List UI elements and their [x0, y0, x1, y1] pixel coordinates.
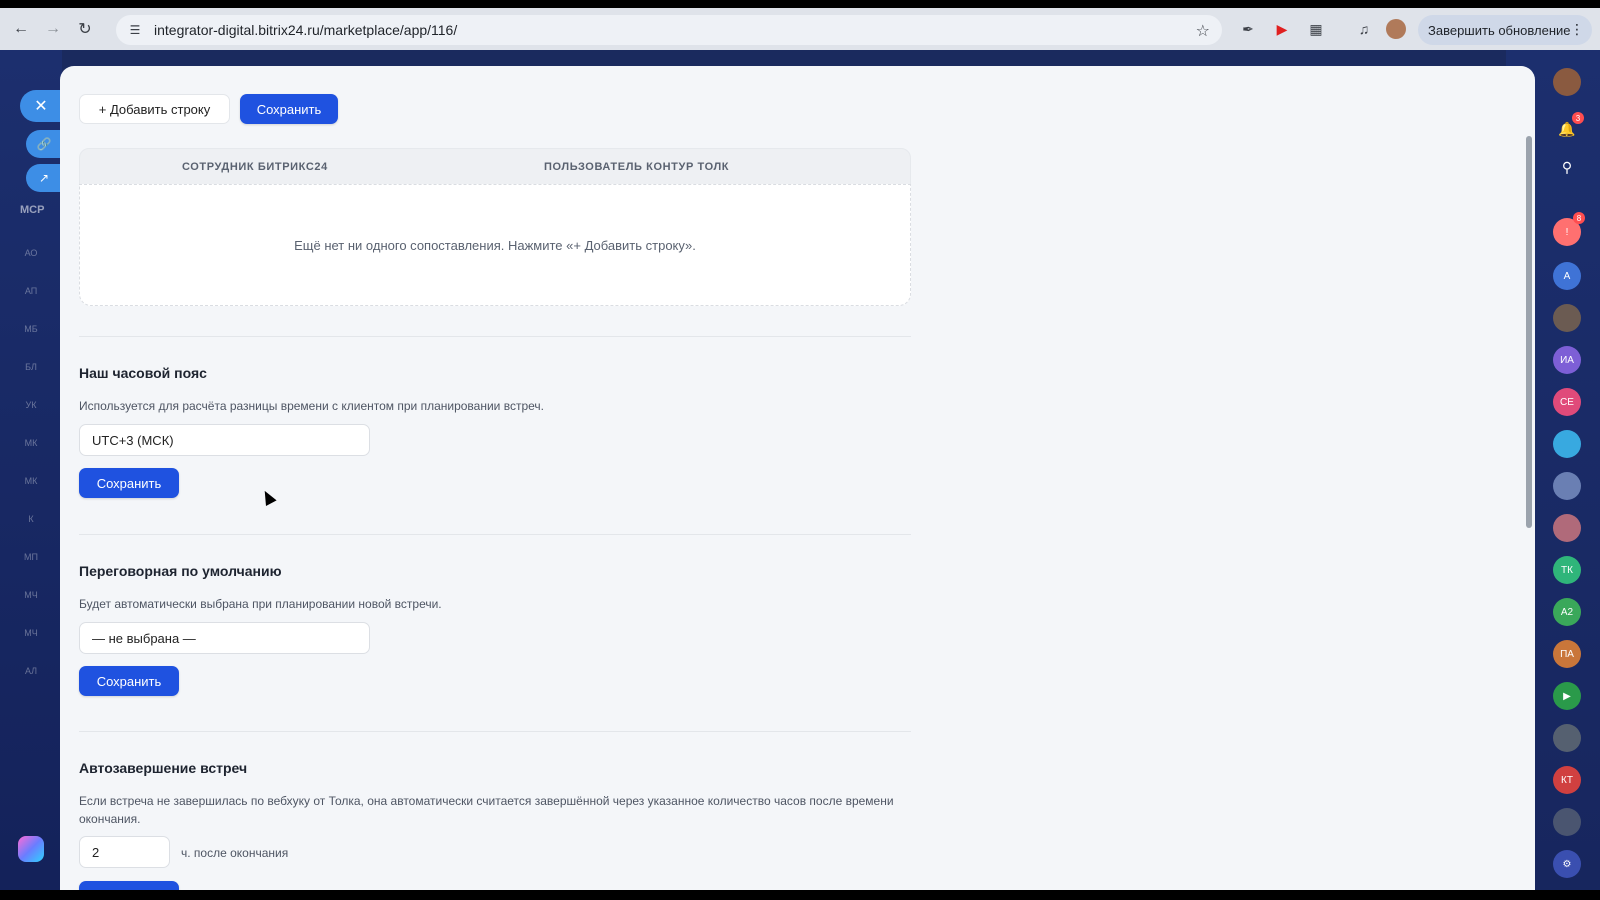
- chat-avatar[interactable]: А2: [1553, 598, 1581, 626]
- save-timezone-button[interactable]: Сохранить: [79, 468, 179, 498]
- finish-update-label: Завершить обновление: [1428, 22, 1571, 38]
- chat-avatar[interactable]: [1553, 514, 1581, 542]
- copilot-icon[interactable]: [18, 836, 44, 862]
- autocomplete-title: Автозавершение встреч: [79, 760, 248, 776]
- bookmark-star-icon[interactable]: ☆: [1196, 21, 1210, 41]
- column-header-bitrix-employee: СОТРУДНИК БИТРИКС24: [182, 161, 328, 173]
- autocomplete-hours-suffix: ч. после окончания: [181, 846, 289, 860]
- section-divider: [79, 731, 911, 732]
- chat-avatar[interactable]: ПА: [1553, 640, 1581, 668]
- autocomplete-hours-input[interactable]: 2: [79, 836, 170, 868]
- more-menu-icon[interactable]: ⋮: [1570, 21, 1584, 38]
- add-row-button[interactable]: + Добавить строку: [79, 94, 230, 124]
- sidebar-item[interactable]: МБ: [18, 316, 44, 342]
- section-divider: [79, 534, 911, 535]
- timezone-title: Наш часовой пояс: [79, 365, 207, 381]
- sidebar-item[interactable]: АО: [18, 240, 44, 266]
- site-settings-icon[interactable]: ☰: [126, 21, 144, 39]
- screen: ← → ↻ ☰ integrator-digital.bitrix24.ru/m…: [0, 8, 1600, 890]
- sidebar-item[interactable]: К: [18, 506, 44, 532]
- user-avatar[interactable]: [1553, 68, 1581, 96]
- chat-avatar[interactable]: [1553, 430, 1581, 458]
- mapping-table-empty-state: Ещё нет ни одного сопоставления. Нажмите…: [79, 184, 911, 306]
- timezone-description: Используется для расчёта разницы времени…: [79, 399, 544, 413]
- save-mapping-button[interactable]: Сохранить: [240, 94, 338, 124]
- chat-avatar[interactable]: А: [1553, 262, 1581, 290]
- chat-avatar[interactable]: [1553, 808, 1581, 836]
- browser-toolbar: ← → ↻ ☰ integrator-digital.bitrix24.ru/m…: [0, 8, 1600, 50]
- finish-update-button[interactable]: Завершить обновление ⋮: [1418, 15, 1592, 45]
- forward-icon[interactable]: →: [42, 18, 64, 40]
- chat-avatar[interactable]: СЕ: [1553, 388, 1581, 416]
- extensions-puzzle-icon[interactable]: ▦: [1306, 19, 1326, 39]
- timezone-select[interactable]: UTC+3 (МСК): [79, 424, 370, 456]
- sidebar-item[interactable]: МК: [18, 430, 44, 456]
- save-room-button[interactable]: Сохранить: [79, 666, 179, 696]
- chat-avatar[interactable]: [1553, 304, 1581, 332]
- url-text: integrator-digital.bitrix24.ru/marketpla…: [154, 22, 458, 38]
- reload-icon[interactable]: ↻: [74, 18, 96, 40]
- copy-link-icon[interactable]: 🔗: [26, 130, 62, 158]
- notifications-badge: 3: [1572, 112, 1584, 124]
- chat-avatar[interactable]: [1553, 472, 1581, 500]
- sidebar-item[interactable]: АП: [18, 278, 44, 304]
- settings-icon[interactable]: ⚙: [1553, 850, 1581, 878]
- chat-avatar[interactable]: [1553, 724, 1581, 752]
- sidebar-item[interactable]: УК: [18, 392, 44, 418]
- alerts-badge: 8: [1573, 212, 1585, 224]
- panel-scrollbar[interactable]: [1526, 136, 1532, 528]
- sidebar-item[interactable]: АЛ: [18, 658, 44, 684]
- video-call-icon[interactable]: ▶: [1553, 682, 1581, 710]
- column-header-tolk-user: ПОЛЬЗОВАТЕЛЬ КОНТУР ТОЛК: [544, 161, 730, 173]
- sidebar-item-mcp[interactable]: MCP: [20, 204, 44, 216]
- back-icon[interactable]: ←: [10, 18, 32, 40]
- open-new-window-icon[interactable]: ↗: [26, 164, 62, 192]
- sidebar-item[interactable]: МЧ: [18, 582, 44, 608]
- sidebar-item[interactable]: БЛ: [18, 354, 44, 380]
- profile-avatar[interactable]: [1386, 19, 1406, 39]
- media-controls-icon[interactable]: ♫: [1354, 19, 1374, 39]
- save-autocomplete-button[interactable]: [79, 881, 179, 890]
- pen-extension-icon[interactable]: ✒: [1238, 19, 1258, 39]
- sidebar-item[interactable]: МП: [18, 544, 44, 570]
- default-room-select[interactable]: — не выбрана —: [79, 622, 370, 654]
- room-title: Переговорная по умолчанию: [79, 563, 282, 579]
- chat-avatar[interactable]: КТ: [1553, 766, 1581, 794]
- close-slider-button[interactable]: ✕: [20, 90, 62, 122]
- address-bar[interactable]: ☰ integrator-digital.bitrix24.ru/marketp…: [116, 15, 1222, 45]
- section-divider: [79, 336, 911, 337]
- sidebar-item[interactable]: МЧ: [18, 620, 44, 646]
- sidebar-item[interactable]: МК: [18, 468, 44, 494]
- app-panel: + Добавить строку Сохранить СОТРУДНИК БИ…: [60, 66, 1535, 890]
- room-description: Будет автоматически выбрана при планиров…: [79, 597, 442, 611]
- youtube-extension-icon[interactable]: ▶: [1272, 19, 1292, 39]
- chat-avatar[interactable]: ИА: [1553, 346, 1581, 374]
- chat-avatar[interactable]: ТК: [1553, 556, 1581, 584]
- mapping-table-header: СОТРУДНИК БИТРИКС24 ПОЛЬЗОВАТЕЛЬ КОНТУР …: [79, 148, 911, 186]
- autocomplete-description: Если встреча не завершилась по вебхуку о…: [79, 794, 894, 826]
- search-chat-icon[interactable]: ⚲: [1556, 156, 1578, 178]
